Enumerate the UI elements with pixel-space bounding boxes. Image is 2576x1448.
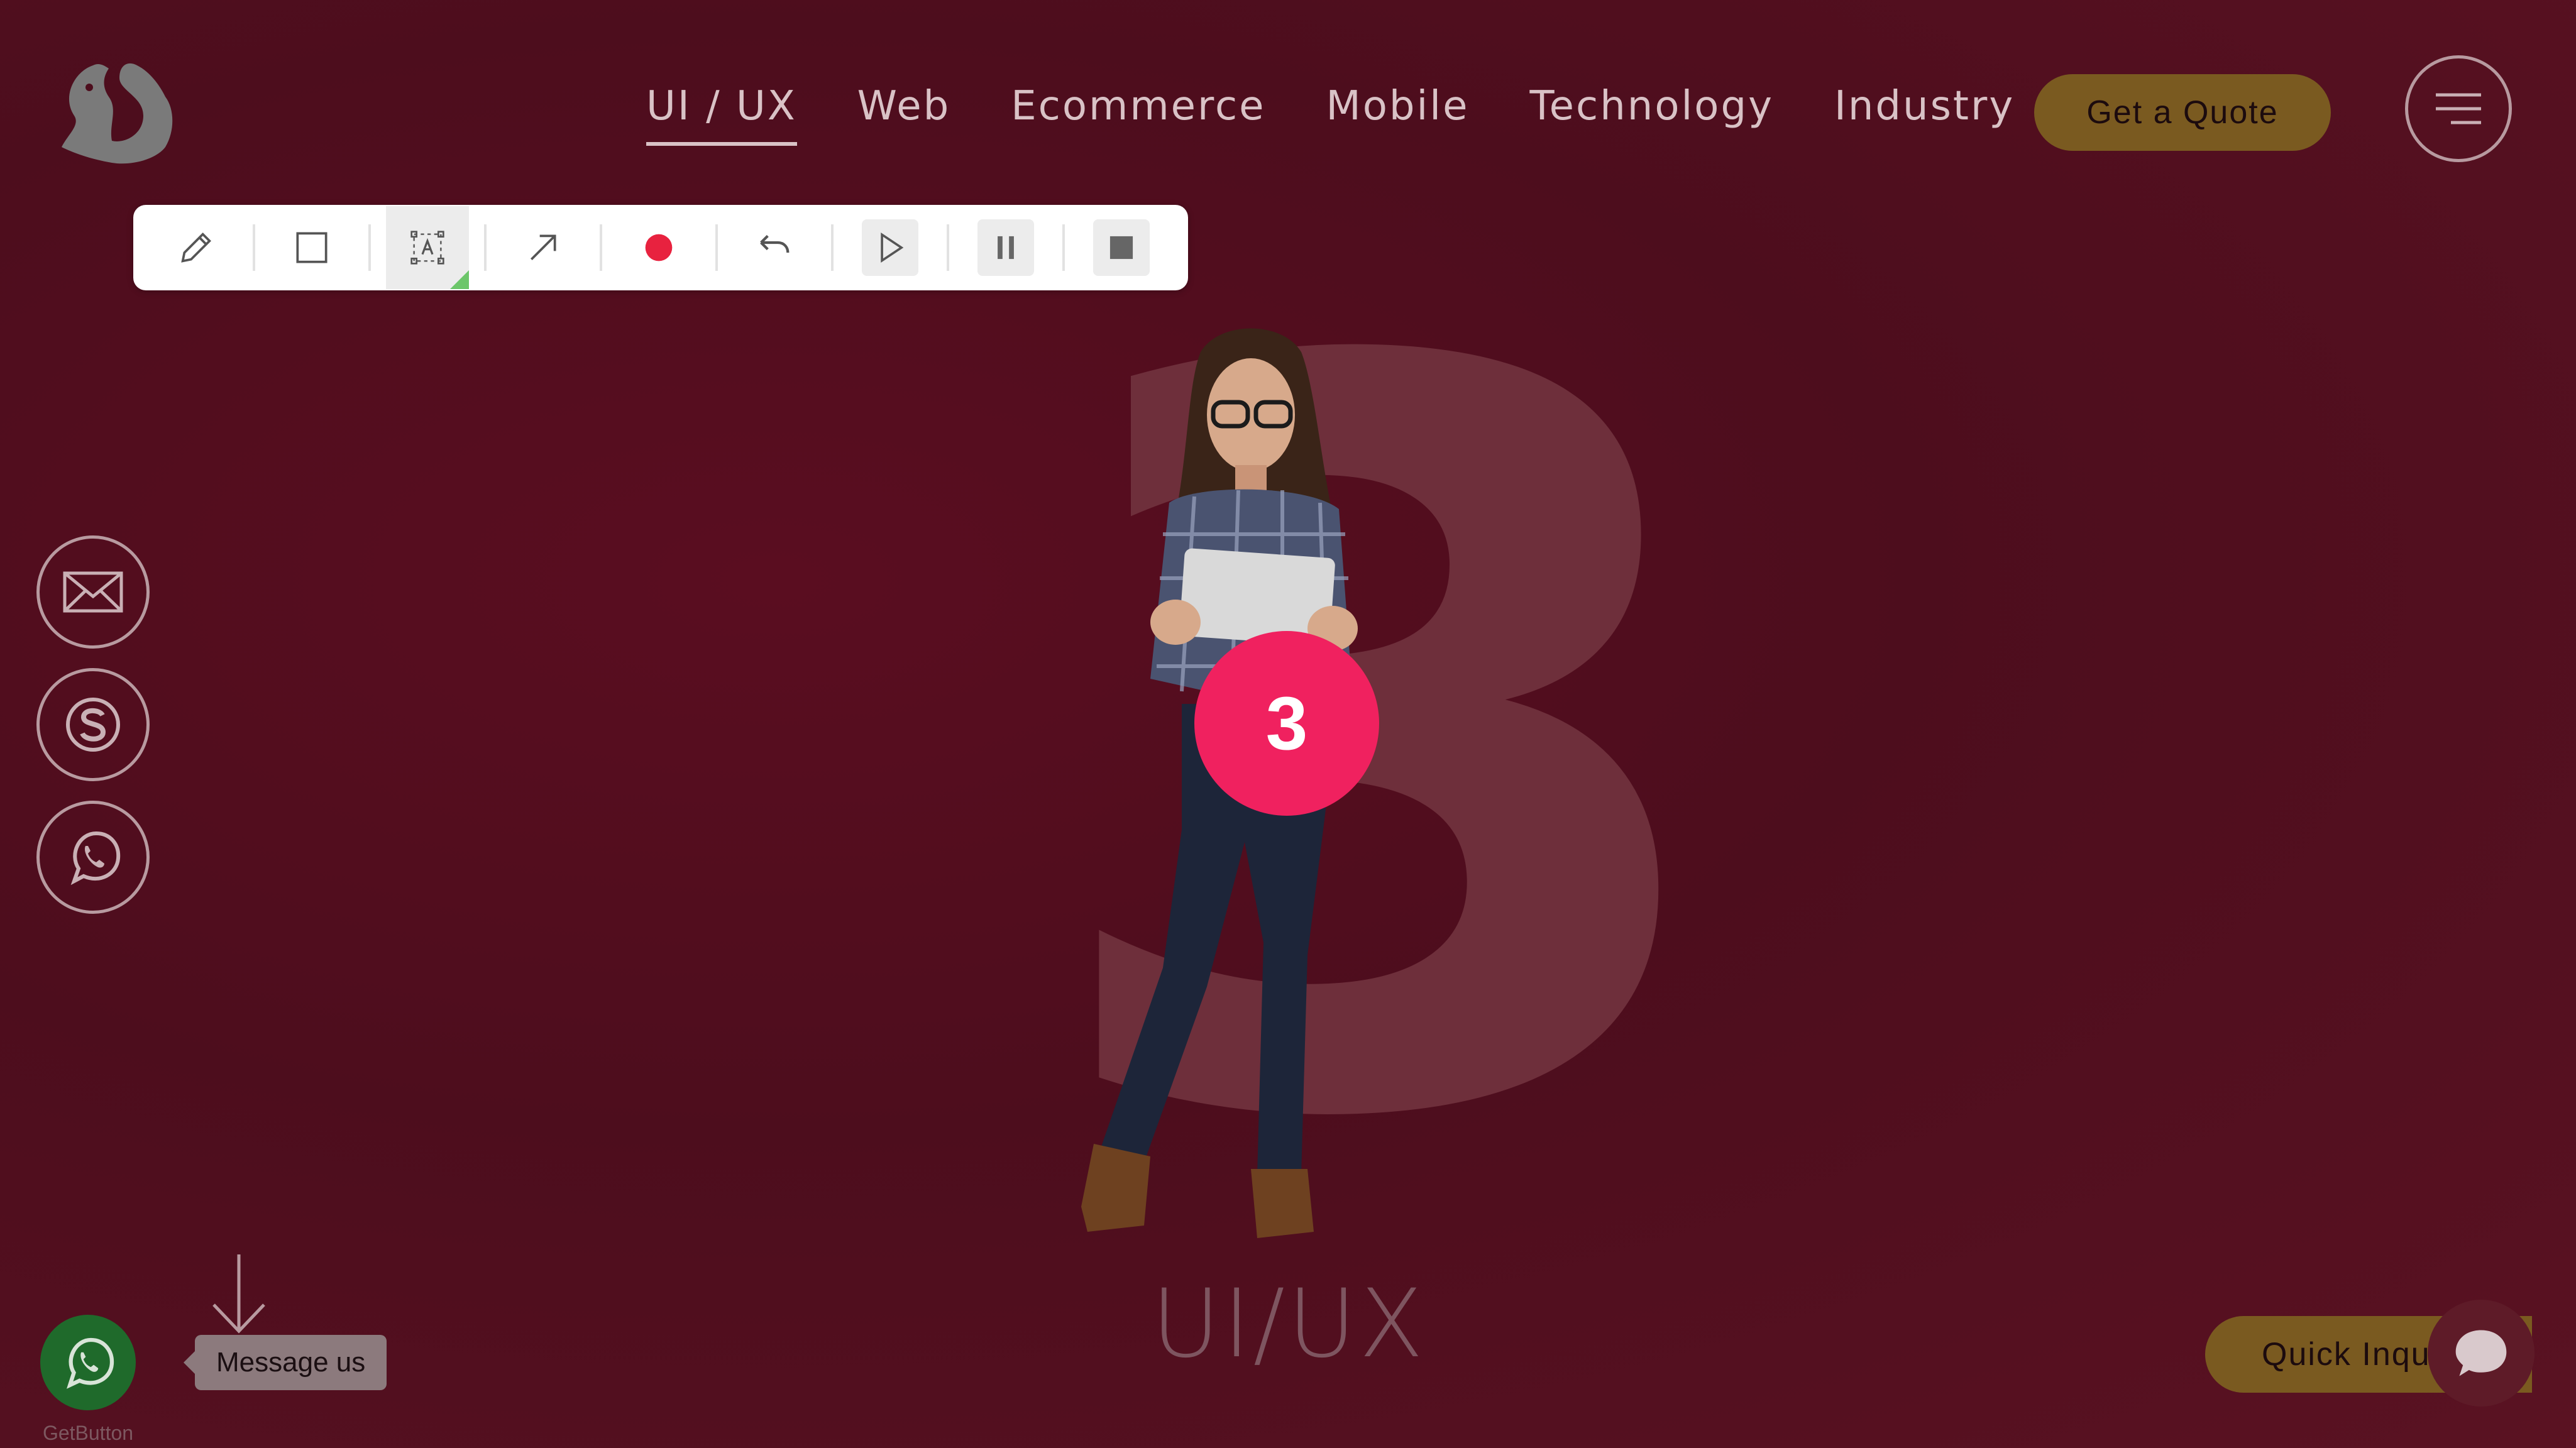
nav-item-ui-ux[interactable]: UI / UX bbox=[646, 83, 797, 146]
whatsapp-icon bbox=[67, 1337, 114, 1389]
menu-button[interactable] bbox=[2405, 55, 2512, 162]
nav-item-ecommerce[interactable]: Ecommerce bbox=[1011, 83, 1265, 146]
whatsapp-icon bbox=[70, 831, 121, 886]
pencil-tool[interactable] bbox=[155, 206, 238, 289]
toolbar-divider bbox=[484, 224, 487, 271]
hamburger-icon bbox=[2436, 93, 2481, 124]
down-arrow-icon bbox=[212, 1254, 265, 1334]
toolbar-divider bbox=[715, 224, 718, 271]
record-icon bbox=[645, 234, 673, 261]
text-box-icon bbox=[410, 231, 444, 265]
arrow-tool[interactable] bbox=[502, 206, 585, 289]
skype-button[interactable] bbox=[36, 668, 150, 781]
play-button[interactable] bbox=[849, 206, 932, 289]
annotation-toolbar bbox=[133, 205, 1188, 290]
undo-tool[interactable] bbox=[733, 206, 816, 289]
toolbar-divider bbox=[600, 224, 602, 271]
toolbar-divider bbox=[368, 224, 371, 271]
rectangle-tool[interactable] bbox=[270, 206, 353, 289]
whatsapp-float-button[interactable] bbox=[40, 1315, 136, 1410]
nav-item-web[interactable]: Web bbox=[857, 83, 951, 146]
nav-item-industry[interactable]: Industry bbox=[1834, 83, 2015, 146]
hero-caption: UI/UX bbox=[1151, 1270, 1426, 1379]
play-icon bbox=[862, 219, 918, 276]
squirrel-logo-icon bbox=[62, 63, 173, 164]
nav-item-mobile[interactable]: Mobile bbox=[1326, 83, 1470, 146]
chat-button[interactable] bbox=[2428, 1300, 2535, 1407]
rectangle-icon bbox=[296, 232, 328, 263]
toolbar-divider bbox=[253, 224, 255, 271]
record-tool[interactable] bbox=[617, 206, 700, 289]
toolbar-divider bbox=[947, 224, 949, 271]
mail-icon bbox=[63, 571, 123, 613]
arrow-icon bbox=[531, 234, 556, 260]
email-button[interactable] bbox=[36, 535, 150, 649]
toolbar-divider bbox=[831, 224, 834, 271]
text-box-tool[interactable] bbox=[386, 206, 469, 289]
main-nav: UI / UX Web Ecommerce Mobile Technology … bbox=[646, 83, 2015, 146]
pause-icon bbox=[977, 219, 1034, 276]
message-us-tooltip[interactable]: Message us bbox=[183, 1335, 387, 1390]
undo-icon bbox=[760, 234, 790, 253]
skype-icon bbox=[66, 698, 120, 752]
chat-bubble-icon bbox=[2455, 1330, 2507, 1376]
pencil-icon bbox=[181, 233, 211, 263]
whatsapp-button[interactable] bbox=[36, 801, 150, 914]
getbutton-credit: GetButton bbox=[42, 1422, 134, 1444]
logo[interactable] bbox=[49, 53, 181, 172]
nav-item-technology[interactable]: Technology bbox=[1529, 83, 1774, 146]
get-quote-button[interactable]: Get a Quote bbox=[2034, 74, 2331, 151]
step-number-badge: 3 bbox=[1194, 631, 1379, 816]
